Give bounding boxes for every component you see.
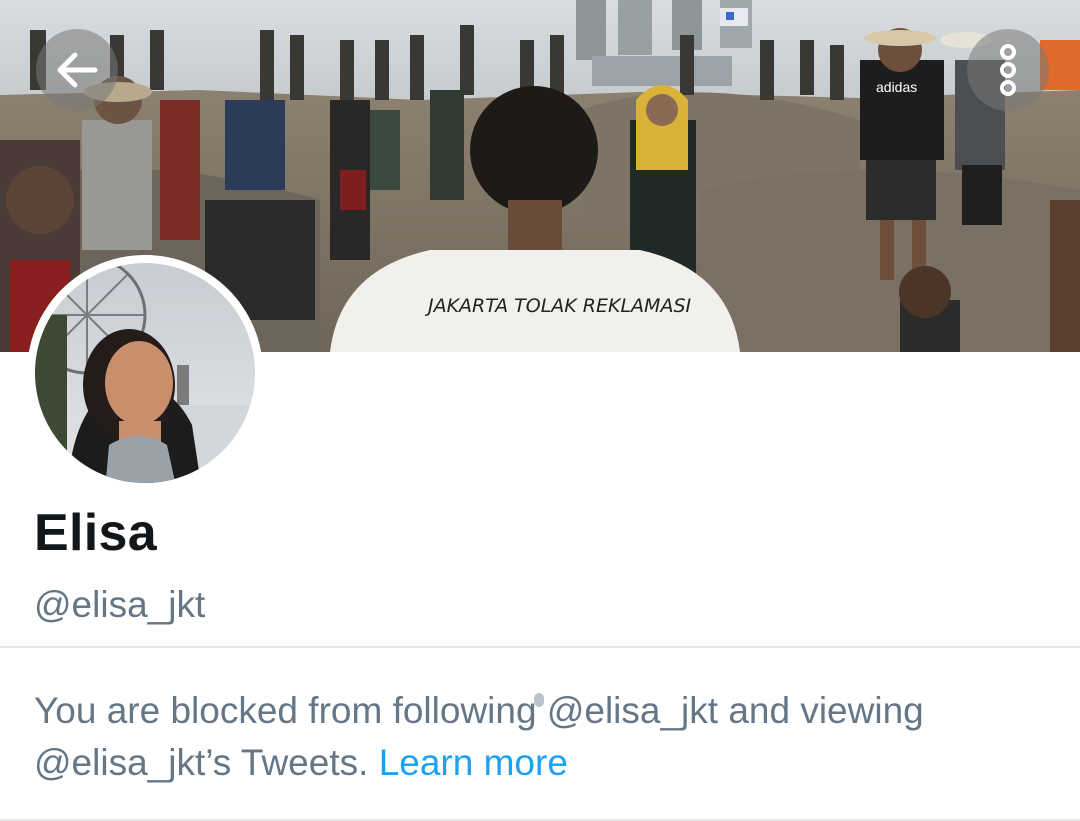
learn-more-link[interactable]: Learn more [379,742,568,783]
profile-page: adidas JAKARTA TOLAK REKLAMASI Elisa @el… [0,0,1080,821]
banner-jacket-text: adidas [876,79,917,95]
arrow-left-icon [57,52,98,88]
more-options-button[interactable] [967,29,1049,111]
avatar-photo [27,255,263,491]
divider [0,646,1080,648]
more-vertical-icon [1000,44,1016,96]
username-handle: @elisa_jkt [34,584,206,625]
avatar[interactable] [27,255,263,491]
display-name: Elisa [34,504,157,562]
back-button[interactable] [36,29,118,111]
banner-shirt-text: JAKARTA TOLAK REKLAMASI [424,295,692,317]
scroll-indicator [534,693,544,707]
